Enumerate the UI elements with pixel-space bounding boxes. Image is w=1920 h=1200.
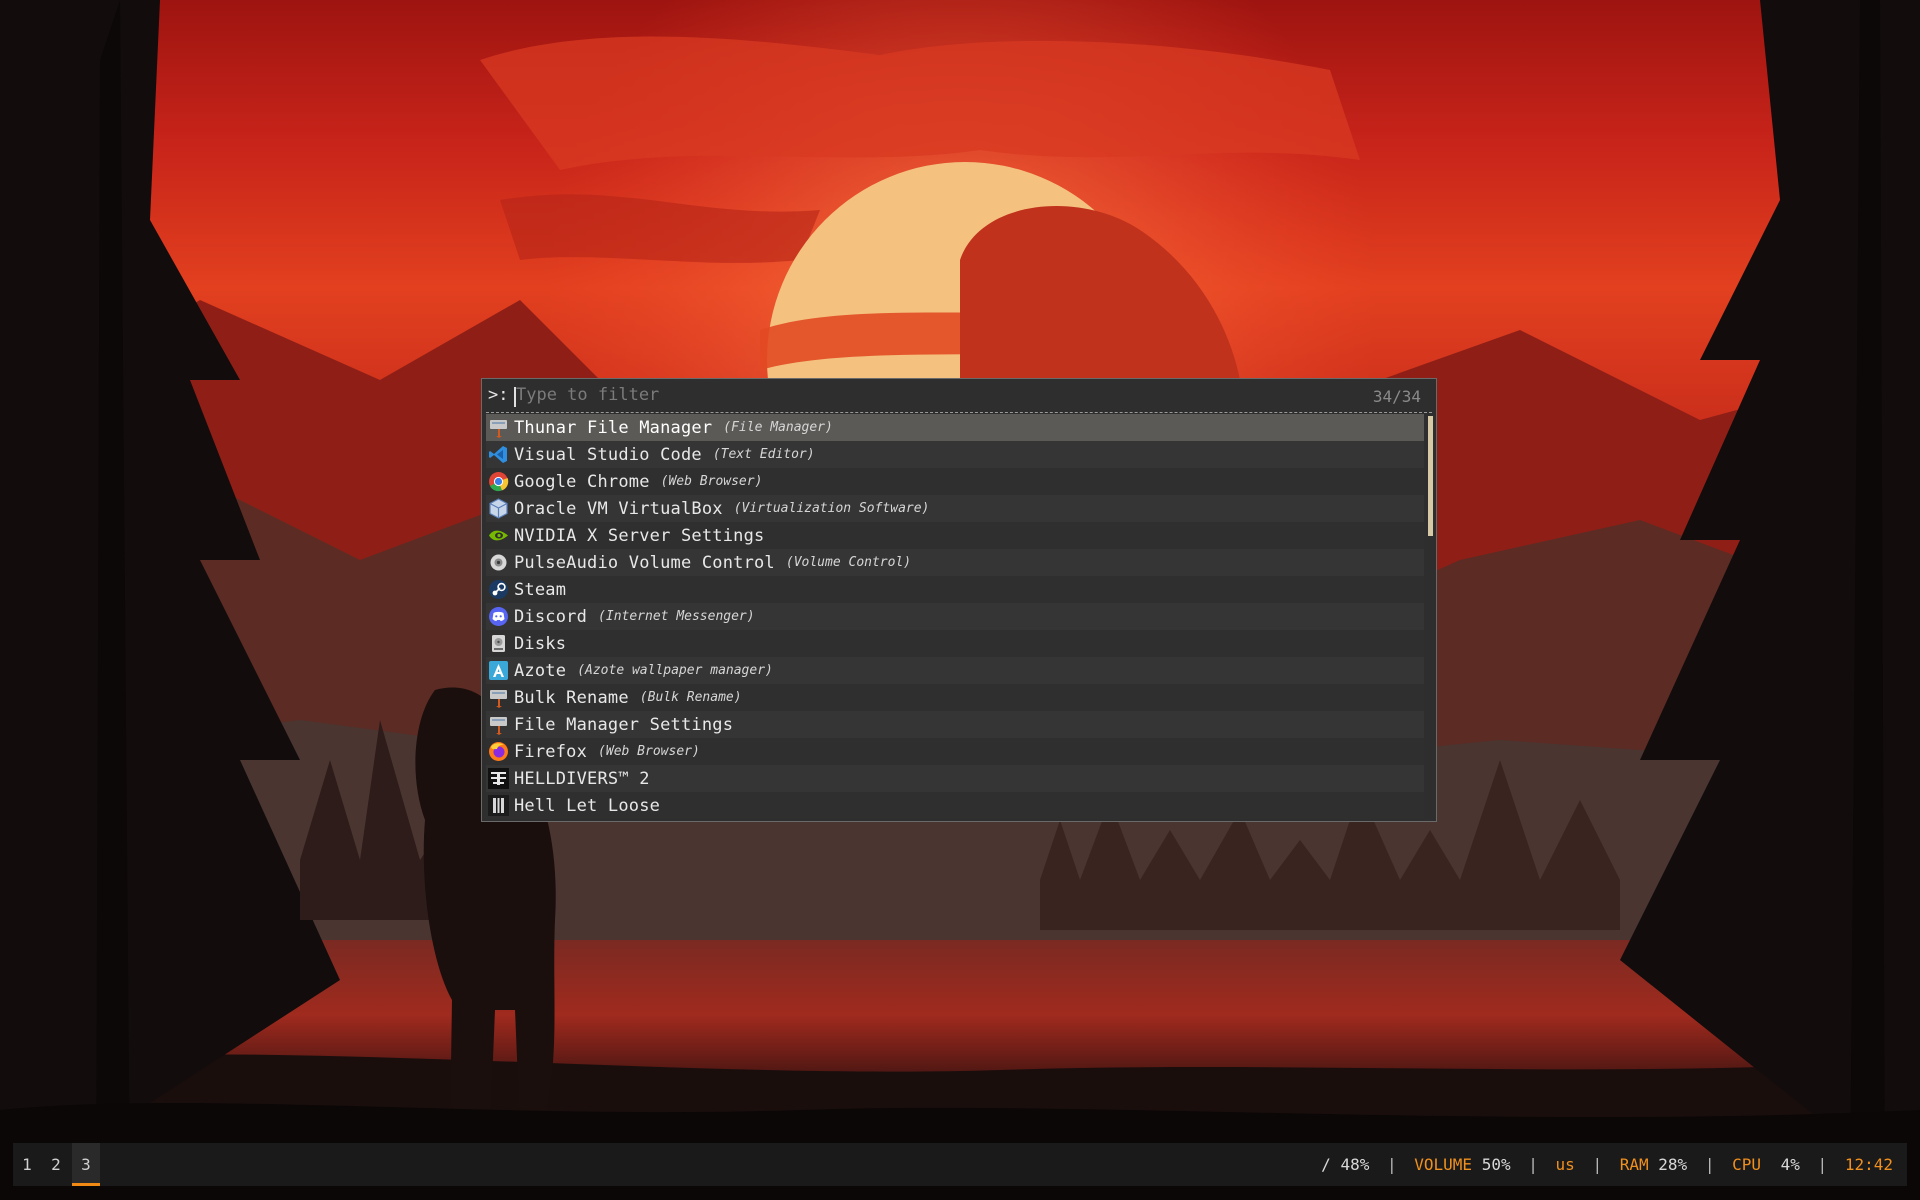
cpu-label: CPU xyxy=(1732,1155,1761,1174)
divider: | xyxy=(1592,1155,1603,1174)
list-item[interactable]: Visual Studio Code (Text Editor) xyxy=(486,441,1424,468)
list-item[interactable]: Disks xyxy=(486,630,1424,657)
desktop: >: 34/34 Thunar File Manager (File Manag… xyxy=(0,0,1920,1200)
list-item[interactable]: NVIDIA X Server Settings xyxy=(486,522,1424,549)
divider: | xyxy=(1704,1155,1715,1174)
disks-icon xyxy=(488,633,509,654)
divider: | xyxy=(1528,1155,1538,1174)
firefox-icon xyxy=(488,741,509,762)
list-item[interactable]: Azote (Azote wallpaper manager) xyxy=(486,657,1424,684)
taskbar: 1 2 3 / 48% | VOLUME 50% | us | RAM 28% … xyxy=(13,1143,1907,1186)
cpu-value: 4% xyxy=(1780,1155,1800,1174)
divider: | xyxy=(1386,1155,1397,1174)
volume-value[interactable]: 50% xyxy=(1482,1155,1511,1174)
list-item[interactable]: Firefox (Web Browser) xyxy=(486,738,1424,765)
azote-icon xyxy=(488,660,509,681)
status-bar: / 48% | VOLUME 50% | us | RAM 28% | CPU … xyxy=(1321,1143,1893,1186)
ram-value: 28% xyxy=(1658,1155,1688,1174)
list-item[interactable]: Bulk Rename (Bulk Rename) xyxy=(486,684,1424,711)
scrollbar[interactable] xyxy=(1427,414,1435,818)
search-bar: >: 34/34 xyxy=(482,379,1436,413)
scroll-thumb[interactable] xyxy=(1428,416,1433,536)
workspace-3[interactable]: 3 xyxy=(72,1143,100,1186)
divider: | xyxy=(1817,1155,1828,1174)
pulseaudio-icon xyxy=(488,552,509,573)
list-item[interactable]: Steam xyxy=(486,576,1424,603)
list-item[interactable]: File Manager Settings xyxy=(486,711,1424,738)
hell-let-loose-icon xyxy=(488,795,509,816)
steam-icon xyxy=(488,579,509,600)
list-item[interactable]: Oracle VM VirtualBox (Virtualization Sof… xyxy=(486,495,1424,522)
disk-label: / xyxy=(1321,1155,1331,1174)
result-counter: 34/34 xyxy=(1372,387,1421,406)
clock[interactable]: 12:42 xyxy=(1845,1155,1893,1174)
search-separator xyxy=(486,412,1432,413)
disk-value: 48% xyxy=(1340,1155,1370,1174)
virtualbox-icon xyxy=(488,498,509,519)
vscode-icon xyxy=(488,444,509,465)
file-manager-settings-icon xyxy=(488,714,509,735)
nvidia-icon xyxy=(488,525,509,546)
list-item[interactable]: Hell Let Loose xyxy=(486,792,1424,819)
list-item[interactable]: Google Chrome (Web Browser) xyxy=(486,468,1424,495)
workspace-1[interactable]: 1 xyxy=(13,1143,41,1186)
chrome-icon xyxy=(488,471,509,492)
list-item[interactable]: Discord (Internet Messenger) xyxy=(486,603,1424,630)
list-item[interactable]: HELLDIVERS™ 2 xyxy=(486,765,1424,792)
app-launcher: >: 34/34 Thunar File Manager (File Manag… xyxy=(481,378,1437,822)
workspace-3-label: 3 xyxy=(81,1155,91,1174)
workspace-2[interactable]: 2 xyxy=(42,1143,70,1186)
ram-label: RAM xyxy=(1619,1155,1649,1174)
bulk-rename-icon xyxy=(488,687,509,708)
helldivers-icon xyxy=(488,768,509,789)
discord-icon xyxy=(488,606,509,627)
prompt-indicator: >: xyxy=(488,385,509,405)
list-item[interactable]: Thunar File Manager (File Manager) xyxy=(486,414,1424,441)
app-list: Thunar File Manager (File Manager) Visua… xyxy=(486,414,1424,819)
thunar-icon xyxy=(488,417,509,438)
search-input[interactable] xyxy=(516,382,1216,408)
active-workspace-indicator xyxy=(72,1183,100,1186)
list-item[interactable]: PulseAudio Volume Control (Volume Contro… xyxy=(486,549,1424,576)
volume-label[interactable]: VOLUME xyxy=(1414,1155,1472,1174)
keyboard-layout[interactable]: us xyxy=(1556,1155,1575,1174)
